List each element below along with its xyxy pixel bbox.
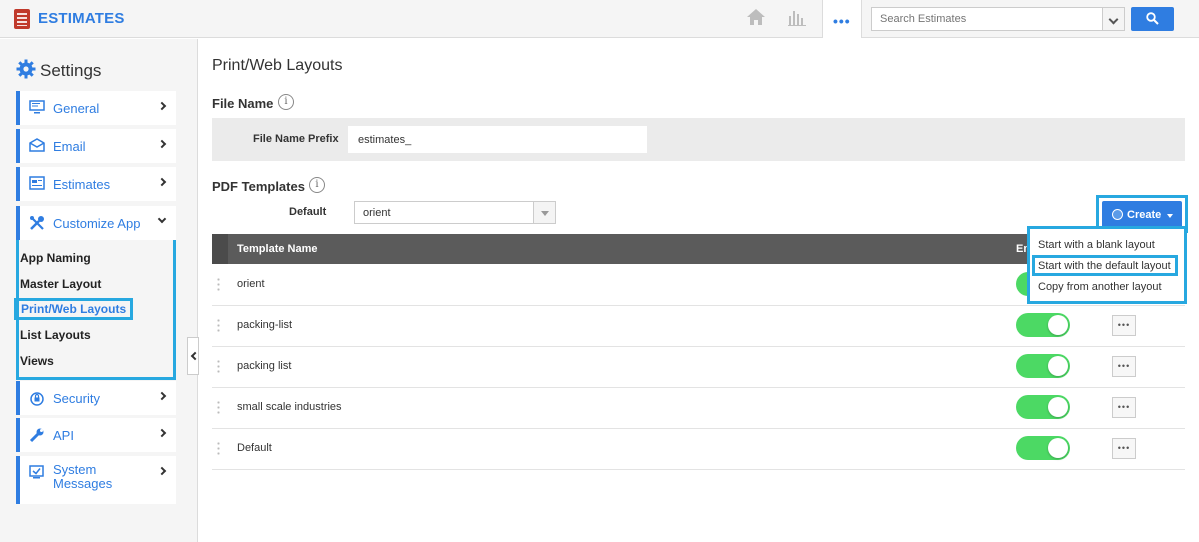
row-more-button[interactable]: ••• — [1112, 397, 1136, 418]
enabled-toggle[interactable] — [1016, 313, 1070, 337]
envelope-icon — [29, 138, 45, 152]
drag-handle-icon[interactable] — [217, 277, 220, 291]
table-row[interactable]: packing list ••• — [212, 347, 1185, 388]
sidebar-item-api[interactable]: API — [16, 418, 176, 452]
enabled-toggle[interactable] — [1016, 436, 1070, 460]
template-name: packing list — [237, 360, 292, 372]
chevron-right-icon — [157, 139, 167, 149]
chevron-down-icon[interactable] — [1103, 7, 1125, 31]
menu-item-blank-layout[interactable]: Start with a blank layout — [1038, 239, 1155, 251]
drag-handle-icon[interactable] — [217, 400, 220, 414]
document-icon — [29, 176, 45, 190]
pdf-templates-heading: PDF Templates — [212, 179, 305, 194]
settings-heading: Settings — [16, 59, 101, 84]
toggle-knob — [1048, 397, 1068, 417]
sidebar-item-label: API — [53, 428, 74, 443]
tools-icon — [29, 215, 45, 230]
row-more-button[interactable]: ••• — [1112, 356, 1136, 377]
enabled-toggle[interactable] — [1016, 395, 1070, 419]
app-title[interactable]: ESTIMATES — [38, 10, 125, 27]
chevron-right-icon — [157, 466, 167, 476]
create-button-label: Create — [1127, 209, 1162, 221]
table-row[interactable]: Default ••• — [212, 429, 1185, 470]
template-name: Default — [237, 442, 272, 454]
calculator-icon — [14, 9, 30, 29]
more-dots-icon: ••• — [833, 13, 851, 29]
create-button[interactable]: Create — [1102, 201, 1182, 228]
toggle-knob — [1048, 315, 1068, 335]
top-bar: ESTIMATES ••• — [0, 0, 1199, 38]
sub-item-master-layout[interactable]: Master Layout — [20, 277, 101, 291]
monitor-icon — [29, 100, 45, 114]
sidebar-item-email[interactable]: Email — [16, 129, 176, 163]
wrench-icon — [29, 427, 45, 443]
collapse-sidebar-button[interactable] — [187, 337, 199, 375]
chevron-right-icon — [157, 101, 167, 111]
home-icon[interactable] — [745, 8, 767, 30]
sidebar-item-estimates[interactable]: Estimates — [16, 167, 176, 201]
drag-handle-icon[interactable] — [217, 318, 220, 332]
sub-item-app-naming[interactable]: App Naming — [20, 251, 91, 265]
lock-icon — [29, 390, 45, 406]
sidebar-item-label: Security — [53, 391, 100, 406]
table-row[interactable]: small scale industries ••• — [212, 388, 1185, 429]
default-template-label: Default — [289, 206, 327, 218]
gear-icon — [16, 59, 36, 84]
search-input[interactable] — [871, 7, 1103, 31]
sidebar-item-label: Customize App — [53, 216, 141, 231]
sidebar-item-general[interactable]: General — [16, 91, 176, 125]
chevron-right-icon — [157, 177, 167, 187]
template-name: small scale industries — [237, 401, 342, 413]
template-name: orient — [237, 278, 265, 290]
sidebar-item-label: General — [53, 101, 100, 116]
sidebar-item-label: System Messages — [53, 462, 113, 491]
sidebar-item-label: Estimates — [53, 177, 111, 192]
sub-item-print-web-layouts[interactable]: Print/Web Layouts — [14, 298, 134, 320]
settings-title: Settings — [40, 61, 102, 80]
search-button[interactable] — [1131, 7, 1174, 31]
enabled-toggle[interactable] — [1016, 354, 1070, 378]
page-title: Print/Web Layouts — [212, 57, 343, 74]
checkbox-icon — [29, 465, 45, 479]
search-icon — [1146, 12, 1159, 25]
template-name: packing-list — [237, 319, 293, 331]
file-name-prefix-label: File Name Prefix — [253, 133, 339, 145]
more-apps-button[interactable]: ••• — [822, 0, 862, 38]
header-handle-cell — [212, 234, 228, 264]
default-template-value: orient — [363, 207, 391, 219]
toggle-knob — [1048, 438, 1068, 458]
menu-item-copy-layout[interactable]: Copy from another layout — [1038, 281, 1162, 293]
drag-handle-icon[interactable] — [217, 359, 220, 373]
chevron-right-icon — [157, 391, 167, 401]
chevron-right-icon — [157, 428, 167, 438]
menu-item-default-layout[interactable]: Start with the default layout — [1038, 260, 1171, 272]
sidebar-item-label: Email — [53, 139, 86, 154]
drag-handle-icon[interactable] — [217, 441, 220, 455]
table-row[interactable]: packing-list ••• — [212, 306, 1185, 347]
row-more-button[interactable]: ••• — [1112, 315, 1136, 336]
row-more-button[interactable]: ••• — [1112, 438, 1136, 459]
chevron-down-icon — [157, 214, 167, 224]
file-name-prefix-input[interactable] — [348, 126, 647, 153]
sub-item-list-layouts[interactable]: List Layouts — [20, 328, 91, 342]
toggle-knob — [1048, 356, 1068, 376]
info-icon[interactable]: i — [278, 94, 294, 110]
sidebar-item-system-messages[interactable]: System Messages — [16, 456, 176, 504]
sidebar-item-customize-app[interactable]: Customize App — [16, 206, 176, 240]
caret-down-icon — [1167, 214, 1173, 218]
default-template-select[interactable]: orient — [354, 201, 556, 224]
plus-circle-icon — [1112, 209, 1123, 220]
chevron-down-icon — [533, 202, 555, 223]
sidebar-item-security[interactable]: Security — [16, 381, 176, 415]
info-icon[interactable]: i — [309, 177, 325, 193]
file-name-heading: File Name — [212, 96, 274, 111]
column-header-template-name[interactable]: Template Name — [237, 243, 318, 255]
sub-item-views[interactable]: Views — [20, 354, 54, 368]
bar-chart-icon[interactable] — [786, 8, 808, 30]
